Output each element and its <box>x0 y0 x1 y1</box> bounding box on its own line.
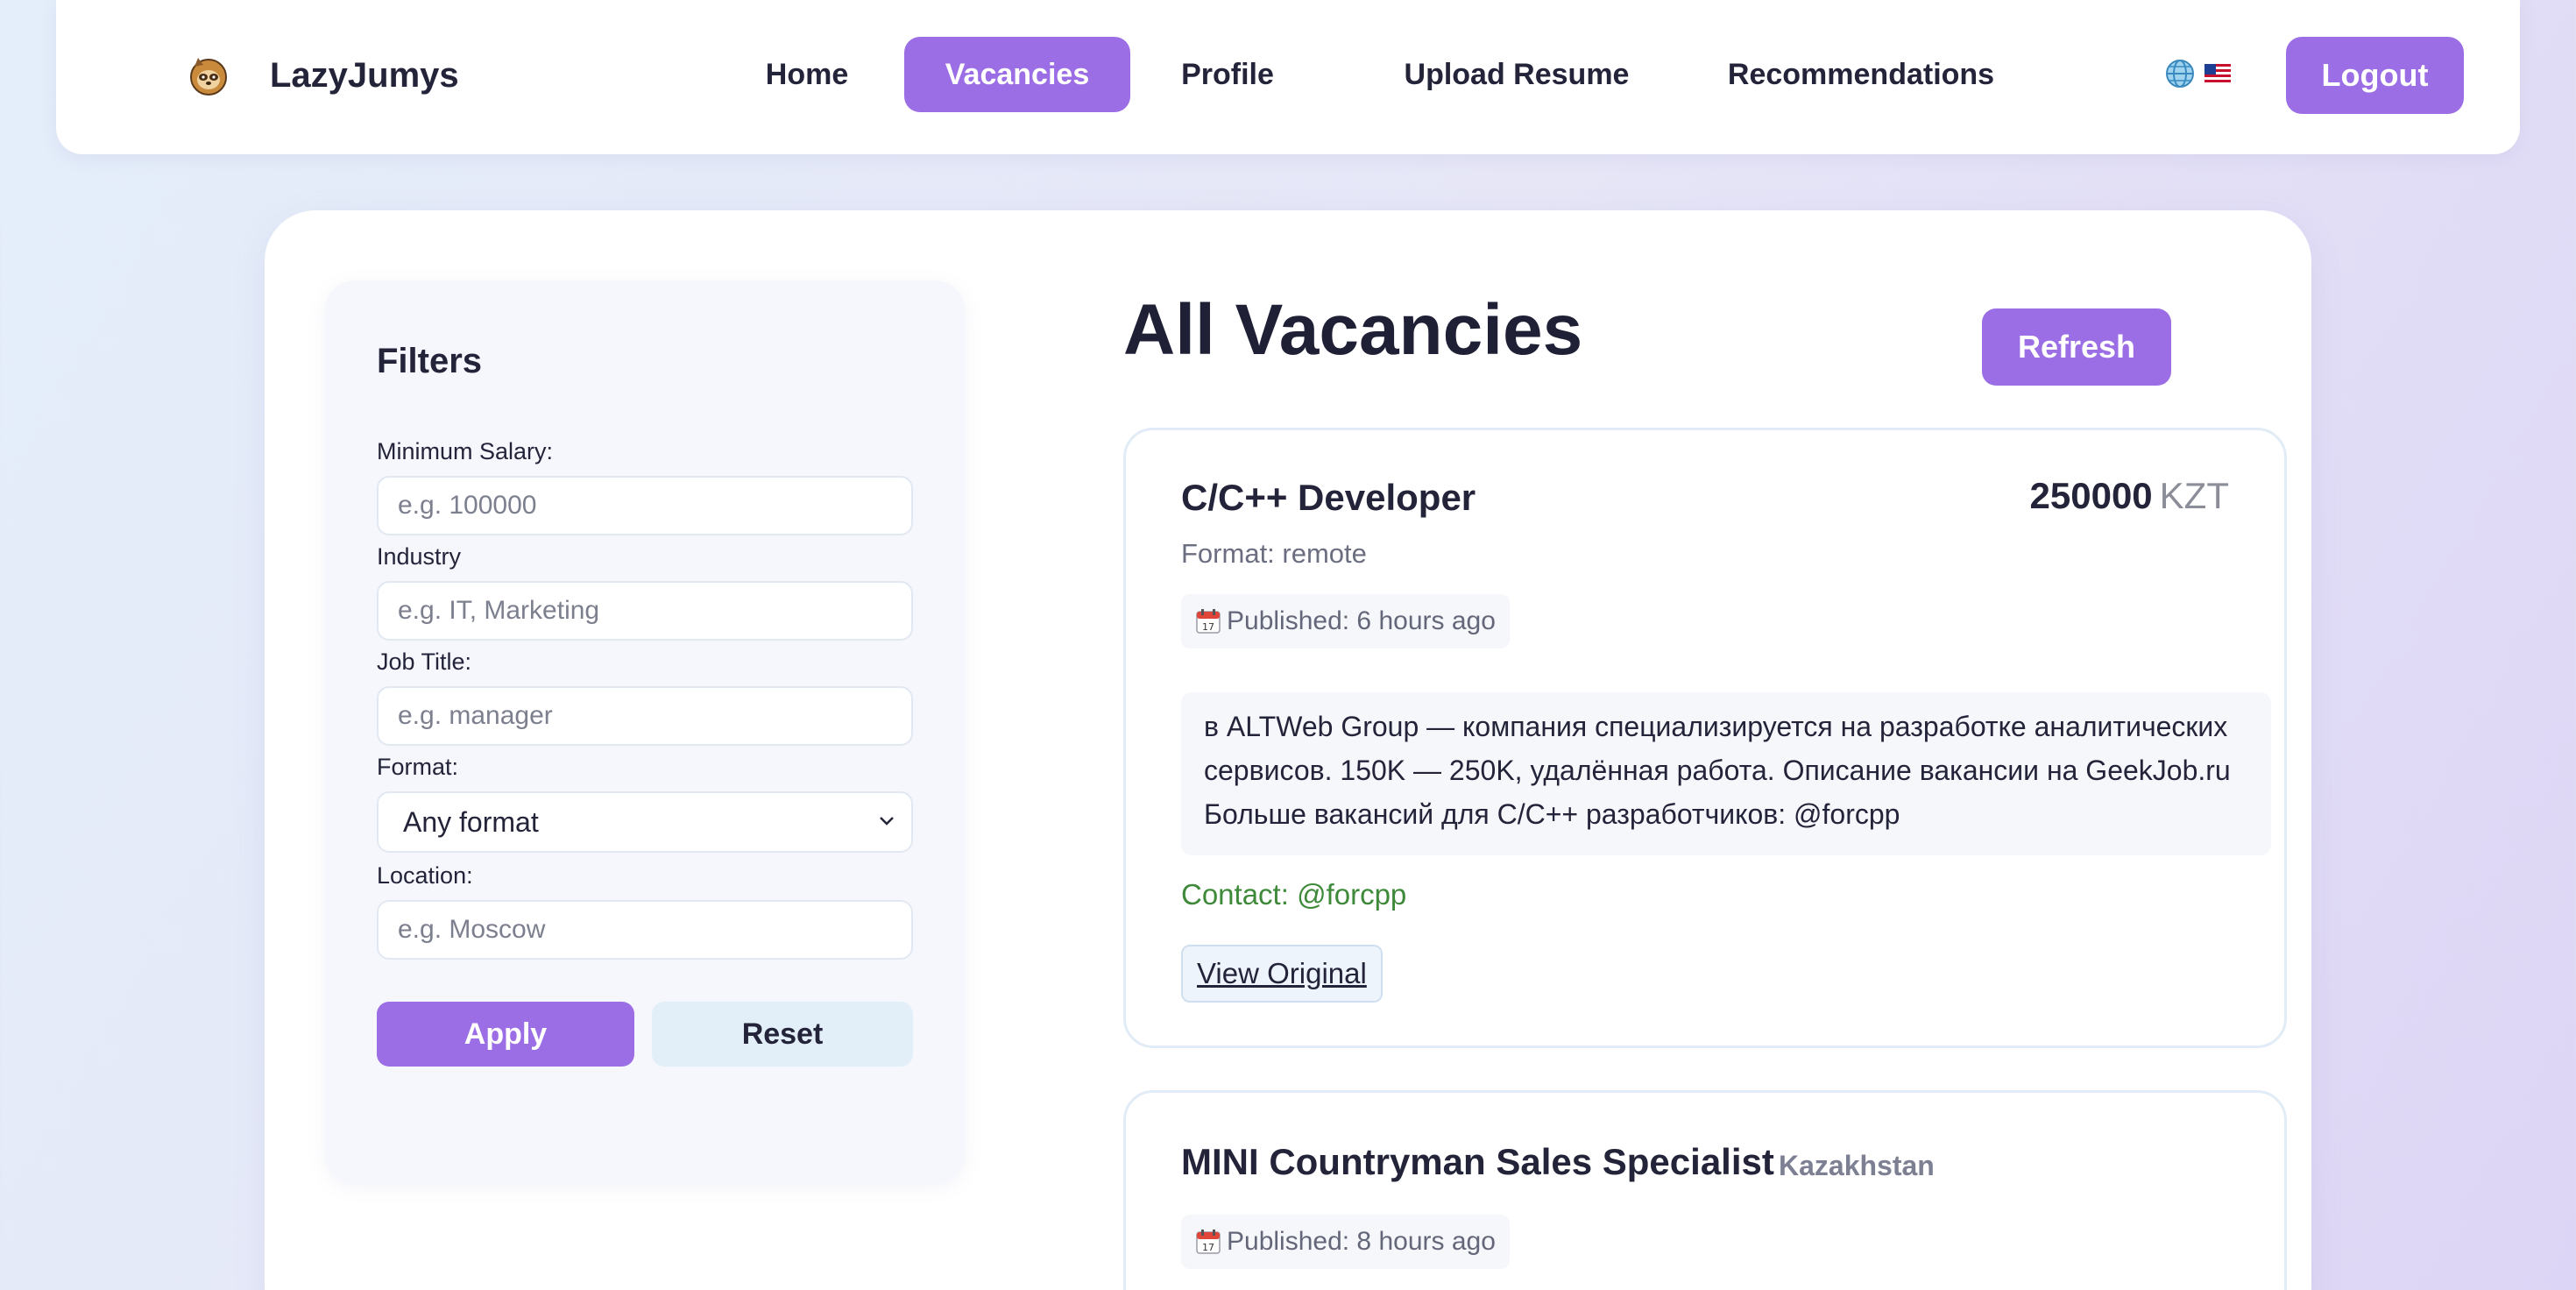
reset-button[interactable]: Reset <box>652 1002 913 1067</box>
nav-profile[interactable]: Profile <box>1155 37 1300 112</box>
logout-button[interactable]: Logout <box>2286 37 2464 114</box>
language-switcher[interactable] <box>2164 58 2231 89</box>
job-title-label: Job Title: <box>377 649 472 675</box>
vacancy-description: в ALTWeb Group — компания специализирует… <box>1181 692 2271 855</box>
sloth-logo-icon[interactable] <box>188 54 230 96</box>
filters-title: Filters <box>377 342 483 380</box>
job-title-input[interactable] <box>377 686 913 746</box>
svg-text:17: 17 <box>1202 1242 1214 1253</box>
us-flag-icon <box>2204 64 2231 83</box>
industry-label: Industry <box>377 543 462 570</box>
location-input[interactable] <box>377 900 913 960</box>
salary-amount: 250000 <box>2029 475 2153 516</box>
format-selected-value: Any format <box>403 806 539 838</box>
chevron-down-icon <box>880 817 894 826</box>
location-label: Location: <box>377 862 473 889</box>
industry-input[interactable] <box>377 581 913 641</box>
nav-vacancies[interactable]: Vacancies <box>904 37 1130 112</box>
vacancy-location: Kazakhstan <box>1779 1150 1935 1181</box>
published-badge: 17 Published: 6 hours ago <box>1181 594 1510 649</box>
nav-recommendations[interactable]: Recommendations <box>1703 37 2019 112</box>
vacancy-title: MINI Countryman Sales Specialist <box>1181 1141 1774 1182</box>
min-salary-label: Minimum Salary: <box>377 438 554 464</box>
vacancy-salary: 250000 KZT <box>2030 475 2229 517</box>
refresh-button[interactable]: Refresh <box>1982 308 2171 386</box>
nav-upload-resume[interactable]: Upload Resume <box>1384 37 1649 112</box>
page-title: All Vacancies <box>1123 290 1583 370</box>
published-text: Published: 6 hours ago <box>1227 606 1496 635</box>
nav-home[interactable]: Home <box>734 37 880 112</box>
view-original-link[interactable]: View Original <box>1181 945 1383 1003</box>
vacancy-format: Format: remote <box>1181 538 1367 569</box>
vacancy-contact[interactable]: Contact: @forcpp <box>1181 878 1406 911</box>
format-select[interactable]: Any format <box>377 791 913 853</box>
calendar-icon: 17 <box>1196 609 1221 634</box>
globe-icon <box>2166 60 2194 88</box>
navbar: LazyJumys Home Vacancies Profile Upload … <box>56 0 2520 154</box>
published-text: Published: 8 hours ago <box>1227 1227 1496 1256</box>
calendar-icon: 17 <box>1196 1230 1221 1254</box>
svg-text:17: 17 <box>1202 621 1214 633</box>
published-badge: 17 Published: 8 hours ago <box>1181 1215 1510 1269</box>
apply-button[interactable]: Apply <box>377 1002 634 1067</box>
salary-currency: KZT <box>2159 475 2229 516</box>
min-salary-input[interactable] <box>377 476 913 535</box>
format-label: Format: <box>377 754 459 780</box>
brand-name[interactable]: LazyJumys <box>270 54 459 96</box>
vacancy-title: C/C++ Developer <box>1181 477 1476 518</box>
